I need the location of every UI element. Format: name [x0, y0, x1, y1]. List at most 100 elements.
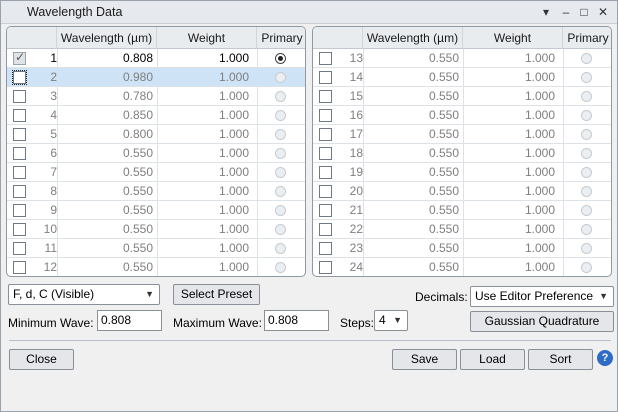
row-checkbox[interactable] — [13, 109, 26, 122]
primary-radio[interactable] — [581, 205, 592, 216]
dropdown-menu-icon[interactable]: ▾ — [537, 3, 555, 21]
weight-cell[interactable]: 1.000 — [157, 239, 249, 258]
wavelength-cell[interactable]: 0.550 — [369, 182, 459, 201]
primary-radio[interactable] — [275, 262, 286, 273]
primary-radio[interactable] — [581, 243, 592, 254]
table-row[interactable]: 16 0.550 1.000 — [313, 106, 611, 125]
min-wave-input[interactable]: 0.808 — [97, 310, 162, 331]
primary-radio[interactable] — [275, 72, 286, 83]
primary-radio[interactable] — [581, 72, 592, 83]
sort-button[interactable]: Sort — [528, 349, 593, 370]
gaussian-quadrature-button[interactable]: Gaussian Quadrature — [470, 311, 614, 332]
primary-radio[interactable] — [275, 129, 286, 140]
primary-radio[interactable] — [581, 110, 592, 121]
wavelength-cell[interactable]: 0.550 — [63, 220, 153, 239]
weight-cell[interactable]: 1.000 — [157, 87, 249, 106]
primary-radio[interactable] — [275, 186, 286, 197]
wavelength-cell[interactable]: 0.550 — [63, 144, 153, 163]
weight-cell[interactable]: 1.000 — [463, 49, 555, 68]
close-button[interactable]: Close — [9, 349, 74, 370]
row-checkbox[interactable] — [319, 71, 332, 84]
table-row[interactable]: 13 0.550 1.000 — [313, 49, 611, 68]
wavelength-cell[interactable]: 0.550 — [63, 182, 153, 201]
table-row[interactable]: 11 0.550 1.000 — [7, 239, 305, 258]
table-row[interactable]: 22 0.550 1.000 — [313, 220, 611, 239]
row-checkbox[interactable] — [13, 261, 26, 274]
weight-cell[interactable]: 1.000 — [157, 49, 249, 68]
row-checkbox[interactable] — [13, 90, 26, 103]
wavelength-cell[interactable]: 0.550 — [369, 87, 459, 106]
primary-radio[interactable] — [275, 53, 286, 64]
row-checkbox[interactable] — [319, 52, 332, 65]
row-checkbox[interactable] — [13, 223, 26, 236]
select-preset-button[interactable]: Select Preset — [173, 284, 260, 305]
primary-radio[interactable] — [581, 262, 592, 273]
weight-cell[interactable]: 1.000 — [157, 182, 249, 201]
primary-radio[interactable] — [581, 167, 592, 178]
primary-radio[interactable] — [581, 224, 592, 235]
row-checkbox[interactable] — [319, 90, 332, 103]
help-icon[interactable]: ? — [597, 350, 613, 366]
wavelength-cell[interactable]: 0.550 — [369, 239, 459, 258]
table-row[interactable]: 3 0.780 1.000 — [7, 87, 305, 106]
row-checkbox[interactable] — [13, 128, 26, 141]
wavelength-cell[interactable]: 0.850 — [63, 106, 153, 125]
row-checkbox[interactable] — [319, 261, 332, 274]
primary-radio[interactable] — [581, 148, 592, 159]
minimize-icon[interactable]: – — [557, 3, 575, 21]
row-checkbox[interactable] — [13, 242, 26, 255]
table-row[interactable]: 14 0.550 1.000 — [313, 68, 611, 87]
table-row[interactable]: 15 0.550 1.000 — [313, 87, 611, 106]
wavelength-cell[interactable]: 0.808 — [63, 49, 153, 68]
weight-cell[interactable]: 1.000 — [157, 106, 249, 125]
row-checkbox[interactable] — [319, 147, 332, 160]
primary-radio[interactable] — [275, 167, 286, 178]
row-checkbox[interactable] — [13, 185, 26, 198]
weight-cell[interactable]: 1.000 — [463, 125, 555, 144]
table-row[interactable]: 21 0.550 1.000 — [313, 201, 611, 220]
wavelength-cell[interactable]: 0.550 — [63, 163, 153, 182]
table-row[interactable]: 20 0.550 1.000 — [313, 182, 611, 201]
row-checkbox[interactable] — [13, 204, 26, 217]
row-checkbox[interactable] — [319, 223, 332, 236]
weight-cell[interactable]: 1.000 — [463, 163, 555, 182]
preset-select[interactable]: F, d, C (Visible) ▼ — [8, 284, 160, 305]
weight-cell[interactable]: 1.000 — [157, 68, 249, 87]
row-checkbox[interactable] — [319, 204, 332, 217]
table-row[interactable]: 24 0.550 1.000 — [313, 258, 611, 276]
close-icon[interactable]: ✕ — [594, 3, 612, 21]
weight-cell[interactable]: 1.000 — [463, 182, 555, 201]
weight-cell[interactable]: 1.000 — [463, 201, 555, 220]
table-row[interactable]: 7 0.550 1.000 — [7, 163, 305, 182]
row-checkbox[interactable] — [13, 166, 26, 179]
table-row[interactable]: 23 0.550 1.000 — [313, 239, 611, 258]
primary-radio[interactable] — [275, 224, 286, 235]
wavelength-cell[interactable]: 0.550 — [369, 125, 459, 144]
table-row[interactable]: 1 0.8081.000 — [7, 49, 305, 68]
wavelength-cell[interactable]: 0.550 — [369, 220, 459, 239]
table-row[interactable]: 18 0.550 1.000 — [313, 144, 611, 163]
weight-cell[interactable]: 1.000 — [463, 220, 555, 239]
weight-cell[interactable]: 1.000 — [463, 258, 555, 276]
table-row[interactable]: 5 0.800 1.000 — [7, 125, 305, 144]
wavelength-cell[interactable]: 0.550 — [369, 106, 459, 125]
table-row[interactable]: 8 0.550 1.000 — [7, 182, 305, 201]
primary-radio[interactable] — [581, 186, 592, 197]
primary-radio[interactable] — [275, 110, 286, 121]
weight-cell[interactable]: 1.000 — [157, 163, 249, 182]
table-row[interactable]: 6 0.550 1.000 — [7, 144, 305, 163]
row-checkbox[interactable] — [319, 242, 332, 255]
primary-radio[interactable] — [275, 205, 286, 216]
wavelength-cell[interactable]: 0.550 — [369, 49, 459, 68]
weight-cell[interactable]: 1.000 — [157, 258, 249, 276]
weight-cell[interactable]: 1.000 — [157, 144, 249, 163]
weight-cell[interactable]: 1.000 — [463, 239, 555, 258]
table-row[interactable]: 19 0.550 1.000 — [313, 163, 611, 182]
row-checkbox[interactable] — [12, 70, 27, 85]
primary-radio[interactable] — [581, 53, 592, 64]
table-row[interactable]: 17 0.550 1.000 — [313, 125, 611, 144]
row-checkbox[interactable] — [13, 50, 26, 65]
weight-cell[interactable]: 1.000 — [463, 87, 555, 106]
wavelength-cell[interactable]: 0.550 — [63, 258, 153, 276]
weight-cell[interactable]: 1.000 — [463, 68, 555, 87]
